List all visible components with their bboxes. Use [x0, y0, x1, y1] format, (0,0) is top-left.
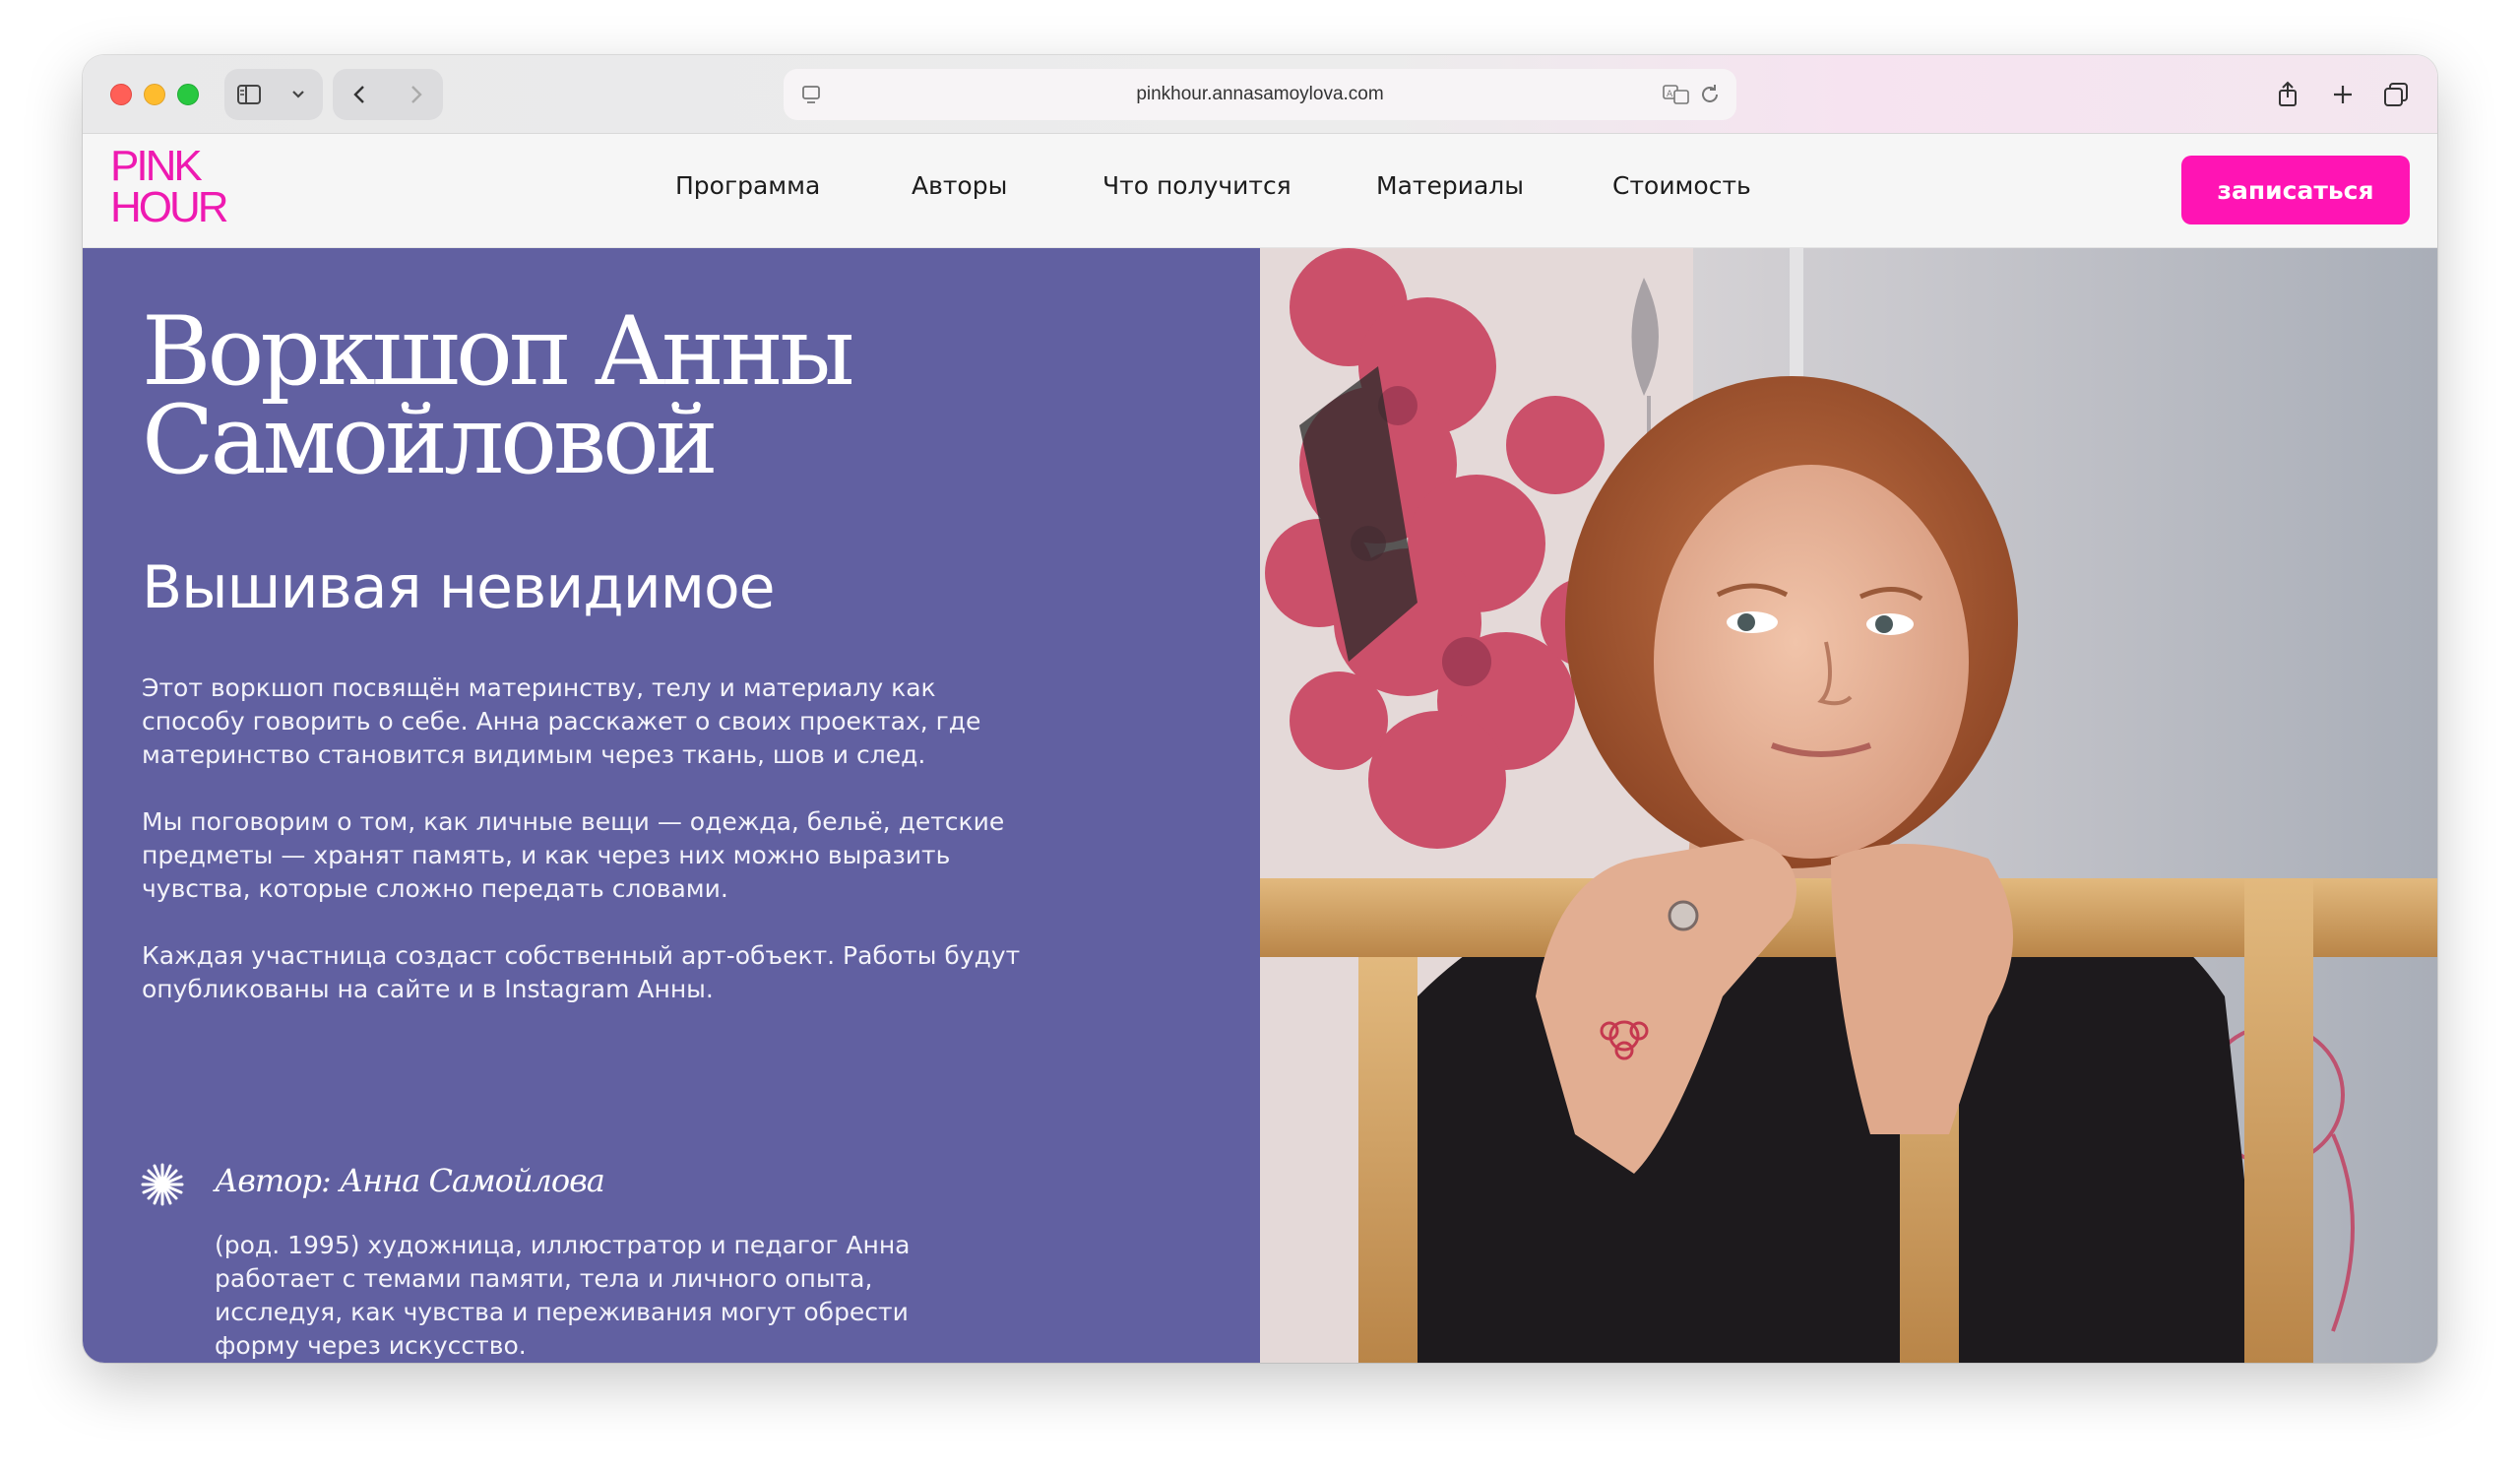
address-bar[interactable]: pinkhour.annasamoylova.com A [784, 69, 1736, 120]
new-tab-icon[interactable] [2317, 69, 2368, 120]
nav-item-program[interactable]: Программа [675, 171, 820, 200]
author-portrait-image [1260, 248, 2437, 1363]
nav-item-materials[interactable]: Материалы [1376, 171, 1524, 200]
translate-icon[interactable]: A [1662, 82, 1691, 107]
browser-toolbar: pinkhour.annasamoylova.com A [83, 55, 2437, 134]
chevron-down-icon[interactable] [284, 81, 312, 108]
author-bio: (род. 1995) художница, иллюстратор и пед… [215, 1231, 911, 1360]
hero-text-panel: Воркшоп Анны Самойловой Вышивая невидимо… [83, 248, 1260, 1363]
author-label: Автор: Анна Самойлова [215, 1162, 605, 1199]
signup-button[interactable]: записаться [2181, 156, 2410, 224]
intro-paragraph-3: Каждая участница создаст собственный арт… [142, 941, 1021, 1003]
title-line-2: Самойловой [142, 385, 719, 495]
history-nav-group [333, 69, 443, 120]
author-photo [1260, 248, 2437, 1363]
nav-item-authors[interactable]: Авторы [912, 171, 1007, 200]
back-arrow-icon[interactable] [346, 81, 374, 108]
share-icon[interactable] [2262, 69, 2313, 120]
browser-window: pinkhour.annasamoylova.com A PINK HOUR П… [83, 55, 2437, 1363]
site-header: PINK HOUR Программа Авторы Что получится… [83, 134, 2437, 248]
intro-paragraph-2: Мы поговорим о том, как личные вещи — од… [142, 807, 1005, 903]
zoom-window-button[interactable] [177, 84, 199, 105]
page-title: Воркшоп Анны Самойловой [142, 304, 1185, 487]
main-nav: Программа Авторы Что получится Материалы… [83, 134, 2437, 248]
sidebar-toggle-group [224, 69, 323, 120]
svg-text:A: A [1667, 90, 1673, 99]
nav-item-price[interactable]: Стоимость [1612, 171, 1751, 200]
sidebar-icon[interactable] [235, 81, 263, 108]
asterisk-star-icon [141, 1163, 184, 1206]
page-menu-icon[interactable] [799, 82, 825, 107]
forward-arrow-icon[interactable] [402, 81, 429, 108]
minimize-window-button[interactable] [144, 84, 165, 105]
page-subtitle: Вышивая невидимое [142, 553, 776, 622]
intro-paragraph-1: Этот воркшоп посвящён материнству, телу … [142, 673, 981, 769]
tab-overview-icon[interactable] [2370, 69, 2422, 120]
url-text: pinkhour.annasamoylova.com [1136, 84, 1384, 104]
reload-icon[interactable] [1697, 82, 1723, 107]
close-window-button[interactable] [110, 84, 132, 105]
nav-item-outcome[interactable]: Что получится [1102, 171, 1292, 200]
